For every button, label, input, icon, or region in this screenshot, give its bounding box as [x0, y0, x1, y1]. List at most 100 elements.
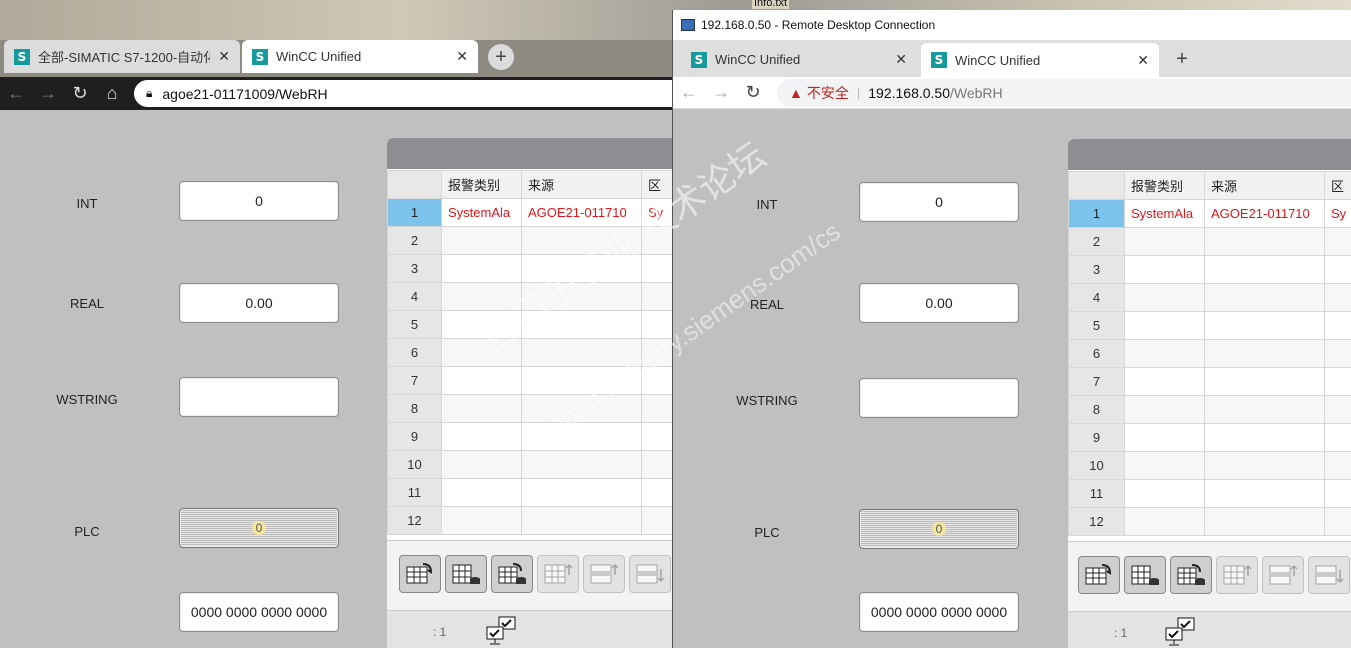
desktop-file-label[interactable]: Info.txt — [752, 0, 790, 9]
monitor-check-icon — [486, 616, 516, 645]
bits-io-field[interactable]: 0000 0000 0000 0000 — [859, 592, 1019, 632]
int-io-field[interactable]: 0 — [859, 182, 1019, 222]
alarm-count: : 1 — [433, 625, 447, 639]
database-view-button[interactable] — [445, 555, 487, 593]
database-acknowledge-button[interactable] — [1170, 556, 1212, 594]
alarm-status-bar: : 1 — [1068, 611, 1351, 648]
table-row[interactable]: 1 SystemAla AGOE21-011710 Sy — [1068, 199, 1351, 228]
security-warning[interactable]: 不安全 — [807, 83, 849, 103]
back-icon[interactable]: ← — [673, 82, 705, 103]
close-icon[interactable]: ✕ — [1137, 52, 1149, 69]
column-header-source[interactable]: 来源 — [1204, 171, 1325, 200]
single-acknowledge-button[interactable] — [399, 555, 441, 593]
table-row[interactable]: 7 — [1068, 367, 1351, 396]
tab-wincc-active[interactable]: S WinCC Unified ✕ — [921, 43, 1159, 77]
alarm-status-bar: : 1 — [387, 610, 672, 648]
reload-icon[interactable]: ↻ — [64, 83, 96, 104]
wstring-label: WSTRING — [736, 393, 798, 408]
table-row[interactable]: 4 — [387, 282, 672, 311]
table-row[interactable]: 8 — [387, 394, 672, 423]
separator: | — [856, 85, 861, 100]
forward-icon[interactable]: → — [705, 82, 737, 103]
home-icon[interactable]: ⌂ — [96, 83, 128, 104]
close-icon[interactable]: ✕ — [895, 51, 907, 68]
table-row[interactable]: 8 — [1068, 395, 1351, 424]
reload-icon[interactable]: ↻ — [737, 82, 769, 103]
database-view-button[interactable] — [1124, 556, 1166, 594]
close-icon[interactable]: ✕ — [456, 48, 468, 65]
page-up-button[interactable] — [583, 555, 625, 593]
url-field[interactable]: ▲ 不安全 | 192.168.0.50/WebRH — [777, 78, 1351, 107]
rdp-title-bar: 192.168.0.50 - Remote Desktop Connection — [673, 10, 1351, 40]
alarm-table: 报警类别 来源 区 1 SystemAla AGOE21-011710 Sy 2 3 … — [387, 170, 672, 535]
table-row[interactable]: 6 — [387, 338, 672, 367]
monitor-check-icon — [1165, 617, 1195, 646]
plc-status-field: 0 — [179, 508, 339, 548]
table-row[interactable]: 4 — [1068, 283, 1351, 312]
browser-window-left: S 全部-SIMATIC S7-1200-自动化系统 ✕ S WinCC Uni… — [0, 40, 672, 648]
move-up-button[interactable] — [1216, 556, 1258, 594]
table-row[interactable]: 12 — [387, 506, 672, 535]
page-up-button[interactable] — [1262, 556, 1304, 594]
real-io-field[interactable]: 0.00 — [179, 283, 339, 323]
int-io-field[interactable]: 0 — [179, 181, 339, 221]
address-bar: ← → ↻ ⌂ 🔒︎ agoe21-01171009/WebRH — [0, 77, 672, 110]
tab-simatic[interactable]: S 全部-SIMATIC S7-1200-自动化系统 ✕ — [4, 40, 240, 73]
real-io-field[interactable]: 0.00 — [859, 283, 1019, 323]
new-tab-button[interactable]: + — [488, 44, 514, 70]
siemens-s-icon: S — [691, 51, 707, 68]
forward-icon[interactable]: → — [32, 83, 64, 104]
table-row[interactable]: 5 — [387, 310, 672, 339]
table-row[interactable]: 11 — [1068, 479, 1351, 508]
table-row[interactable]: 5 — [1068, 311, 1351, 340]
siemens-s-icon: S — [14, 48, 30, 65]
table-row[interactable]: 3 — [1068, 255, 1351, 284]
siemens-s-icon: S — [252, 48, 268, 65]
table-corner — [1068, 171, 1125, 200]
alarm-toolbar — [1068, 541, 1351, 611]
back-icon[interactable]: ← — [0, 83, 32, 104]
table-row[interactable]: 2 — [387, 226, 672, 255]
table-row[interactable]: 9 — [1068, 423, 1351, 452]
close-icon[interactable]: ✕ — [218, 48, 230, 65]
table-row[interactable]: 7 — [387, 366, 672, 395]
column-header-area[interactable]: 区 — [641, 170, 672, 199]
siemens-s-icon: S — [931, 52, 947, 68]
move-up-button[interactable] — [537, 555, 579, 593]
table-row[interactable]: 1 SystemAla AGOE21-011710 Sy — [387, 198, 672, 227]
move-down-button[interactable] — [629, 555, 671, 593]
wstring-io-field[interactable] — [179, 377, 339, 417]
new-tab-button[interactable]: + — [1169, 46, 1195, 72]
url-field[interactable]: 🔒︎ agoe21-01171009/WebRH — [134, 80, 672, 107]
plc-status-value: 0 — [251, 521, 267, 535]
table-row[interactable]: 3 — [387, 254, 672, 283]
table-row[interactable]: 9 — [387, 422, 672, 451]
database-acknowledge-button[interactable] — [491, 555, 533, 593]
alarm-table: 报警类别 来源 区 1 SystemAla AGOE21-011710 Sy 2 3 … — [1068, 171, 1351, 536]
bits-io-field[interactable]: 0000 0000 0000 0000 — [179, 592, 339, 632]
table-row[interactable]: 10 — [387, 450, 672, 479]
table-row[interactable]: 2 — [1068, 227, 1351, 256]
column-header-area[interactable]: 区 — [1324, 171, 1351, 200]
tab-wincc-1[interactable]: S WinCC Unified ✕ — [681, 43, 917, 76]
alarm-control-header — [1068, 139, 1351, 170]
int-label: INT — [756, 197, 778, 212]
column-header-category[interactable]: 报警类别 — [441, 170, 522, 199]
alarm-count: : 1 — [1114, 626, 1128, 640]
hmi-screen: INT 0 REAL 0.00 WSTRING PLC 0 0000 0000 … — [673, 109, 1351, 648]
wstring-io-field[interactable] — [859, 378, 1019, 418]
move-down-button[interactable] — [1308, 556, 1350, 594]
plc-status-field: 0 — [859, 509, 1019, 549]
single-acknowledge-button[interactable] — [1078, 556, 1120, 594]
tab-bar: S 全部-SIMATIC S7-1200-自动化系统 ✕ S WinCC Uni… — [0, 40, 672, 77]
column-header-source[interactable]: 来源 — [521, 170, 642, 199]
column-header-category[interactable]: 报警类别 — [1124, 171, 1205, 200]
tab-wincc-active[interactable]: S WinCC Unified ✕ — [242, 40, 478, 73]
table-row[interactable]: 12 — [1068, 507, 1351, 536]
lock-icon: 🔒︎ — [146, 86, 153, 100]
hmi-screen: INT 0 REAL 0.00 WSTRING PLC 0 0000 0000 … — [0, 110, 672, 648]
table-row[interactable]: 10 — [1068, 451, 1351, 480]
table-row[interactable]: 6 — [1068, 339, 1351, 368]
plc-label: PLC — [74, 524, 100, 539]
table-row[interactable]: 11 — [387, 478, 672, 507]
